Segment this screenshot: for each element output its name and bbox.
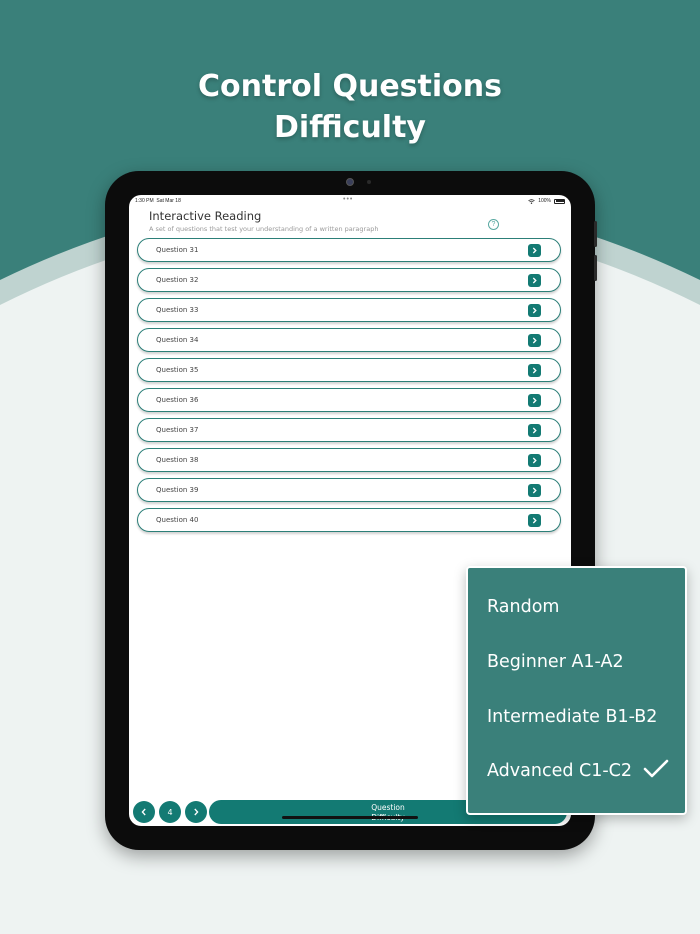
question-label: Question 34 [156,336,199,344]
option-beginner[interactable]: Beginner A1-A2 [487,652,624,672]
headline-line-1: Control Questions [198,69,502,104]
question-label: Question 31 [156,246,199,254]
next-page-button[interactable] [185,801,207,823]
question-label: Question 37 [156,426,199,434]
checkmark-icon [643,759,669,778]
chevron-right-icon[interactable] [528,424,541,437]
question-item-37[interactable]: Question 37 [137,418,561,442]
chevron-right-icon[interactable] [528,274,541,287]
page-subtitle: A set of questions that test your unders… [149,225,379,233]
headline-line-2: Difficulty [274,110,426,145]
question-label: Question 32 [156,276,199,284]
option-advanced[interactable]: Advanced C1-C2 [487,761,632,781]
question-item-36[interactable]: Question 36 [137,388,561,412]
question-item-33[interactable]: Question 33 [137,298,561,322]
question-item-31[interactable]: Question 31 [137,238,561,262]
status-time: 1:30 PM Sat Mar 18 [135,198,181,204]
chevron-right-icon[interactable] [528,394,541,407]
page-number-badge: 4 [159,801,181,823]
question-label: Question 38 [156,456,199,464]
home-indicator[interactable] [282,816,418,819]
chevron-right-icon[interactable] [528,514,541,527]
option-intermediate[interactable]: Intermediate B1-B2 [487,707,657,727]
question-item-32[interactable]: Question 32 [137,268,561,292]
question-item-40[interactable]: Question 40 [137,508,561,532]
question-label: Question 39 [156,486,199,494]
option-random[interactable]: Random [487,597,559,617]
chevron-right-icon[interactable] [528,454,541,467]
question-item-39[interactable]: Question 39 [137,478,561,502]
volume-button [594,255,597,281]
sensor-dot [367,180,371,184]
chevron-left-icon [141,808,146,816]
question-circle-icon[interactable]: ? [488,219,499,230]
question-label: Question 40 [156,516,199,524]
difficulty-dropdown: Random Beginner A1-A2 Intermediate B1-B2… [466,566,687,815]
status-battery: 100% [528,198,565,204]
question-label: Question 36 [156,396,199,404]
question-item-34[interactable]: Question 34 [137,328,561,352]
chevron-right-icon[interactable] [528,484,541,497]
chevron-right-icon[interactable] [528,244,541,257]
wifi-icon [528,198,535,204]
power-button [594,221,597,247]
question-label: Question 33 [156,306,199,314]
chevron-right-icon[interactable] [528,364,541,377]
page-title: Interactive Reading [149,209,262,223]
camera-icon [346,178,354,186]
prev-page-button[interactable] [133,801,155,823]
chevron-right-icon[interactable] [528,334,541,347]
headline: Control Questions Difficulty [0,66,700,148]
chevron-right-icon[interactable] [528,304,541,317]
multitask-dots-icon[interactable]: ••• [343,196,353,203]
question-list: Question 31 Question 32 Question 33 Ques… [137,238,561,538]
battery-icon [554,198,565,204]
question-item-35[interactable]: Question 35 [137,358,561,382]
chevron-right-icon [194,808,199,816]
question-label: Question 35 [156,366,199,374]
status-bar: 1:30 PM Sat Mar 18 ••• 100% [129,195,571,207]
question-item-38[interactable]: Question 38 [137,448,561,472]
